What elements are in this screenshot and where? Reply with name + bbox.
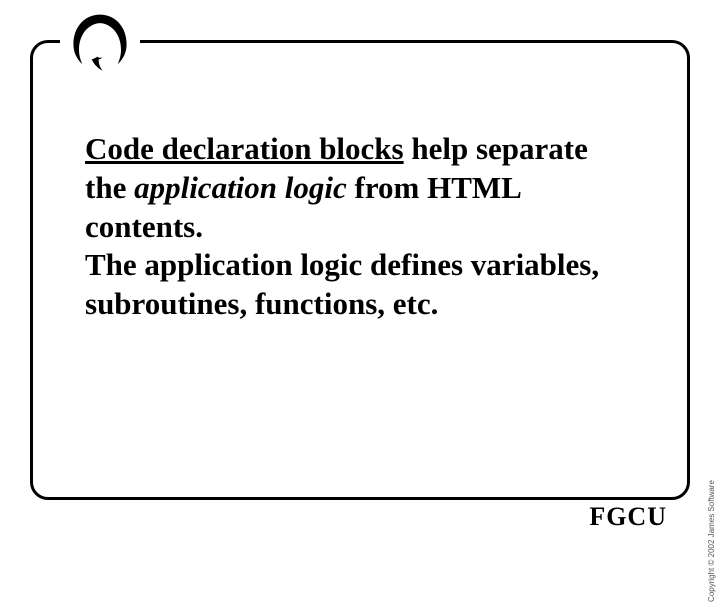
slide-body: Code declaration blocks help separate th… [85,130,635,324]
eagle-icon [65,9,135,79]
copyright-text: Copyright © 2002 James Software [707,480,716,602]
footer-logo: FGCU [581,502,675,532]
text-line-2: The application logic defines variables,… [85,247,599,321]
eagle-logo [60,4,140,84]
italic-term: application logic [134,170,347,205]
underlined-term: Code declaration blocks [85,131,404,166]
